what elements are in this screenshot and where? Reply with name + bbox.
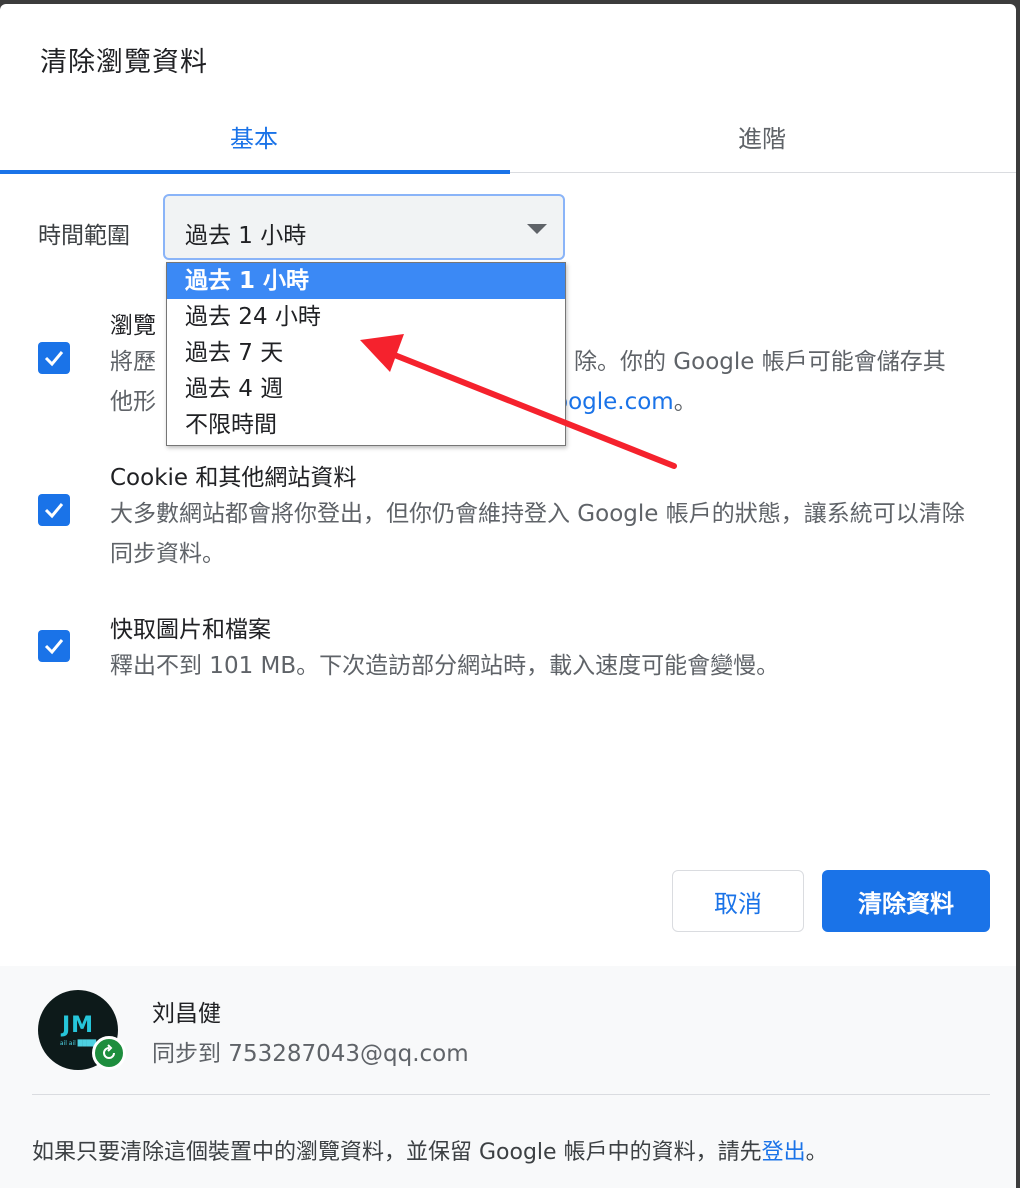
myactivity-link[interactable]: oogle.com	[554, 389, 674, 415]
option-all-time[interactable]: 不限時間	[167, 407, 565, 443]
sync-icon	[92, 1036, 126, 1070]
tab-basic[interactable]: 基本	[0, 100, 510, 174]
time-range-label: 時間範圍	[38, 223, 130, 249]
tab-advanced[interactable]: 進階	[508, 100, 1016, 172]
caret-down-icon	[527, 224, 547, 234]
desc-line2-left: 他形	[110, 389, 156, 415]
time-range-select[interactable]: 過去 1 小時	[163, 194, 565, 260]
checkmark-icon	[44, 503, 64, 519]
divider	[32, 1094, 990, 1095]
cache-title: 快取圖片和檔案	[110, 617, 271, 643]
option-past-4-weeks[interactable]: 過去 4 週	[167, 371, 565, 407]
sign-out-note: 如果只要清除這個裝置中的瀏覽資料，並保留 Google 帳戶中的資料，請先登出。	[32, 1140, 828, 1165]
checkmark-icon	[44, 639, 64, 655]
cookies-title: Cookie 和其他網站資料	[110, 465, 357, 491]
time-range-dropdown: 過去 1 小時 過去 24 小時 過去 7 天 過去 4 週 不限時間	[166, 262, 566, 446]
clear-browsing-data-dialog: 清除瀏覽資料 基本 進階 時間範圍 過去 1 小時 過去 1 小時 過去 24 …	[0, 4, 1016, 1188]
avatar-initials: JM	[61, 1013, 95, 1038]
cache-description: 釋出不到 101 MB。下次造訪部分網站時，載入速度可能會變慢。	[110, 653, 780, 679]
dialog-title: 清除瀏覽資料	[40, 47, 208, 78]
checkmark-icon	[44, 351, 64, 367]
browsing-history-title: 瀏覽	[110, 313, 156, 339]
account-footer: JM ail ail ████ 刘昌健 同步到 753287043@qq.com…	[0, 966, 1016, 1188]
cookies-checkbox[interactable]	[38, 494, 70, 526]
avatar-subtext: ail ail ████	[59, 1040, 97, 1047]
option-past-24-hours[interactable]: 過去 24 小時	[167, 299, 565, 335]
desc-line1-right: 除。你的 Google 帳戶可能會儲存其	[574, 349, 946, 375]
option-past-hour[interactable]: 過去 1 小時	[167, 263, 565, 299]
desc-line1-left: 將歷	[110, 349, 156, 375]
browsing-history-checkbox[interactable]	[38, 342, 70, 374]
time-range-selected-value: 過去 1 小時	[185, 223, 307, 249]
cache-checkbox[interactable]	[38, 630, 70, 662]
sync-status: 同步到 753287043@qq.com	[152, 1041, 469, 1067]
cancel-button[interactable]: 取消	[672, 870, 804, 932]
cookies-description: 大多數網站都會將你登出，但你仍會維持登入 Google 帳戶的狀態，讓系統可以清…	[110, 501, 965, 567]
clear-data-button[interactable]: 清除資料	[822, 870, 990, 932]
tab-bar: 基本 進階	[0, 100, 1016, 174]
option-past-7-days[interactable]: 過去 7 天	[167, 335, 565, 371]
user-name: 刘昌健	[152, 1001, 221, 1027]
sign-out-link[interactable]: 登出	[762, 1140, 806, 1165]
